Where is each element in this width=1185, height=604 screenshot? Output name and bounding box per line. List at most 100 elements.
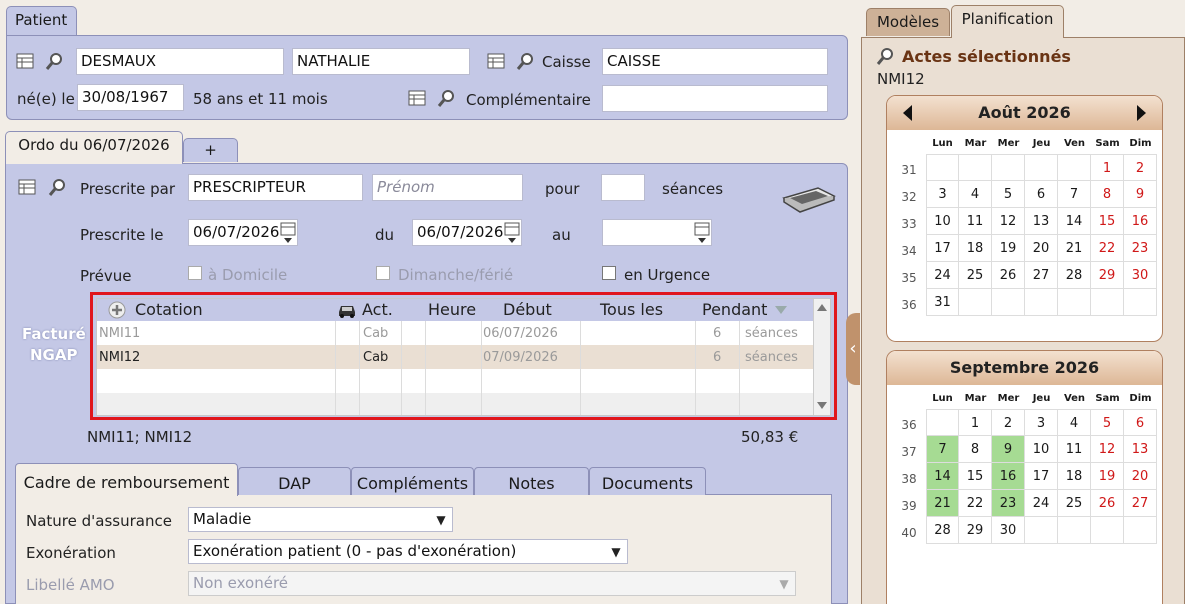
col-tous-les[interactable]: Tous les <box>600 300 663 319</box>
calendar-day[interactable]: 9 <box>992 436 1025 463</box>
tab-complements[interactable]: Compléments <box>351 467 474 495</box>
scroll-up-icon[interactable] <box>817 303 827 311</box>
calendar-day[interactable]: 8 <box>959 436 992 463</box>
col-act[interactable]: Act. <box>362 300 393 319</box>
calendar-day[interactable]: 30 <box>992 517 1025 544</box>
calendar-day[interactable]: 28 <box>926 517 959 544</box>
search-icon[interactable] <box>516 51 536 71</box>
calendar-day[interactable]: 5 <box>1091 409 1124 436</box>
complementaire-field[interactable] <box>602 85 828 112</box>
calendar-day[interactable]: 23 <box>1124 235 1157 262</box>
table-icon[interactable] <box>407 88 427 108</box>
collapse-handle[interactable]: ‹ <box>846 313 860 385</box>
patient-prenom-field[interactable]: NATHALIE <box>292 48 470 75</box>
calendar-day[interactable]: 27 <box>1025 262 1058 289</box>
table-icon[interactable] <box>486 51 506 71</box>
calendar-day[interactable]: 26 <box>992 262 1025 289</box>
tab-ordo[interactable]: Ordo du 06/07/2026 <box>5 131 183 164</box>
tab-cadre-remboursement[interactable]: Cadre de remboursement <box>15 463 238 496</box>
calendar-day[interactable]: 19 <box>992 235 1025 262</box>
calendar-day[interactable]: 30 <box>1124 262 1157 289</box>
table-row[interactable]: NMI12 Cab 07/09/2026 6 séances <box>97 345 813 369</box>
calendar-day[interactable]: 17 <box>1025 463 1058 490</box>
chevron-down-icon[interactable]: ▼ <box>431 509 451 531</box>
calendar-day[interactable]: 10 <box>926 208 959 235</box>
dimanche-checkbox[interactable] <box>376 266 390 280</box>
calendar-day[interactable]: 4 <box>959 181 992 208</box>
tab-dap[interactable]: DAP <box>238 467 351 495</box>
calendar-day[interactable]: 20 <box>1124 463 1157 490</box>
calendar-day[interactable]: 12 <box>992 208 1025 235</box>
calendar-day[interactable]: 17 <box>926 235 959 262</box>
calendar-day[interactable]: 13 <box>1124 436 1157 463</box>
search-icon[interactable] <box>437 88 457 108</box>
calendar-day[interactable]: 15 <box>1091 208 1124 235</box>
calendar-day[interactable]: 6 <box>1025 181 1058 208</box>
calendar-day[interactable]: 16 <box>992 463 1025 490</box>
calendar-day[interactable]: 21 <box>926 490 959 517</box>
calendar-day[interactable]: 12 <box>1091 436 1124 463</box>
calendar-day[interactable]: 18 <box>959 235 992 262</box>
caisse-field[interactable]: CAISSE <box>602 48 828 75</box>
date-stepper-icon[interactable] <box>504 222 520 244</box>
search-icon[interactable] <box>48 177 68 197</box>
cotation-grid[interactable]: Cotation Act. Heure Début Tous les Penda… <box>96 298 831 416</box>
calendar-day[interactable]: 2 <box>1124 154 1157 181</box>
table-icon[interactable] <box>17 177 37 197</box>
patient-nom-field[interactable]: DESMAUX <box>76 48 284 75</box>
calendar-day[interactable]: 26 <box>1091 490 1124 517</box>
calendar-day[interactable]: 10 <box>1025 436 1058 463</box>
prescripteur-prenom-field[interactable]: Prénom <box>372 174 523 201</box>
table-icon[interactable] <box>15 51 35 71</box>
tab-patient[interactable]: Patient <box>6 6 77 36</box>
date-stepper-icon[interactable] <box>694 222 710 244</box>
col-heure[interactable]: Heure <box>428 300 476 319</box>
prescripteur-field[interactable]: PRESCRIPTEUR <box>188 174 363 201</box>
search-icon[interactable] <box>45 51 65 71</box>
calendar-day[interactable]: 20 <box>1025 235 1058 262</box>
tab-modeles[interactable]: Modèles <box>866 8 950 36</box>
calendar-day[interactable]: 3 <box>926 181 959 208</box>
calendar-day[interactable]: 7 <box>926 436 959 463</box>
calendar-day[interactable]: 3 <box>1025 409 1058 436</box>
calendar-day[interactable]: 29 <box>959 517 992 544</box>
col-cotation[interactable]: Cotation <box>135 300 203 319</box>
pour-seances-field[interactable] <box>601 174 645 201</box>
sort-down-icon[interactable] <box>775 306 787 315</box>
grid-scrollbar[interactable] <box>813 299 830 415</box>
calendar-day[interactable]: 29 <box>1091 262 1124 289</box>
calendar-day[interactable]: 22 <box>1091 235 1124 262</box>
search-icon[interactable] <box>876 46 896 66</box>
calendar-day[interactable]: 27 <box>1124 490 1157 517</box>
libelle-amo-select[interactable]: Non exonéré <box>188 571 796 596</box>
calendar-day[interactable]: 19 <box>1091 463 1124 490</box>
calendar-day[interactable]: 6 <box>1124 409 1157 436</box>
calendar-day[interactable]: 14 <box>926 463 959 490</box>
col-pendant[interactable]: Pendant <box>702 300 767 319</box>
tab-planification[interactable]: Planification <box>951 5 1064 38</box>
calendar-day[interactable]: 16 <box>1124 208 1157 235</box>
calendar-day[interactable]: 21 <box>1058 235 1091 262</box>
urgence-checkbox[interactable] <box>602 266 616 280</box>
next-month-icon[interactable] <box>1137 105 1146 121</box>
calendar-day[interactable]: 8 <box>1091 181 1124 208</box>
calendar-day[interactable]: 11 <box>1058 436 1091 463</box>
calendar-day[interactable]: 28 <box>1058 262 1091 289</box>
tab-notes[interactable]: Notes <box>474 467 589 495</box>
calendar-day[interactable]: 9 <box>1124 181 1157 208</box>
calendar-day[interactable]: 11 <box>959 208 992 235</box>
calendar-day[interactable]: 15 <box>959 463 992 490</box>
calendar-day[interactable]: 24 <box>1025 490 1058 517</box>
calendar-day[interactable]: 7 <box>1058 181 1091 208</box>
calendar-day[interactable]: 2 <box>992 409 1025 436</box>
tab-documents[interactable]: Documents <box>589 467 706 495</box>
add-icon[interactable] <box>108 301 126 319</box>
calendar-day[interactable]: 24 <box>926 262 959 289</box>
calendar-day[interactable]: 25 <box>1058 490 1091 517</box>
calendar-day[interactable]: 25 <box>959 262 992 289</box>
col-debut[interactable]: Début <box>503 300 552 319</box>
nature-assurance-select[interactable]: Maladie <box>188 507 453 532</box>
exoneration-select[interactable]: Exonération patient (0 - pas d'exonérati… <box>188 539 628 564</box>
calendar-day[interactable]: 18 <box>1058 463 1091 490</box>
a-domicile-checkbox[interactable] <box>188 266 202 280</box>
